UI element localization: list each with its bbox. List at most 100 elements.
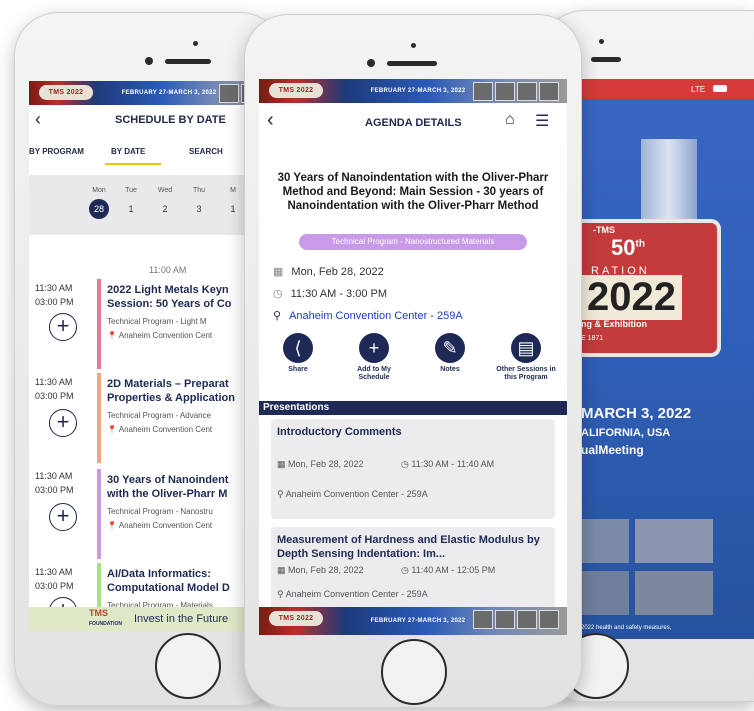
day-number[interactable]: 3 [189, 204, 209, 214]
session-title: 30 Years of Nanoindentation with the Oli… [277, 172, 549, 212]
session-start: 11:30 AM [35, 567, 73, 577]
share-button[interactable]: ⟨ Share [263, 333, 333, 374]
presentation-card[interactable]: Introductory Comments ▦ Mon, Feb 28, 202… [271, 419, 555, 519]
other-sessions-button[interactable]: ▤ Other Sessions in this Program [491, 333, 561, 382]
tab-by-date-underline [105, 163, 161, 165]
badge-50-num: 50 [611, 235, 636, 260]
share-icon: ⟨ [283, 333, 313, 363]
left-screen: TMS 2022 FEBRUARY 27-MARCH 3, 2022 ‹ SCH… [29, 81, 269, 631]
day-selected[interactable]: 28 [89, 199, 109, 219]
home-button[interactable] [155, 633, 221, 699]
category-badge: Technical Program - Nanostructured Mater… [299, 234, 527, 250]
session-title[interactable]: Properties & Application [107, 391, 235, 405]
tab-by-program[interactable]: BY PROGRAM [29, 147, 84, 156]
document-icon: ▤ [511, 333, 541, 363]
front-sensor [411, 43, 416, 48]
event-location: ALIFORNIA, USA [581, 427, 671, 439]
action-label: Other Sessions in this Program [496, 366, 556, 381]
day-name: Wed [157, 187, 173, 194]
back-chevron-icon[interactable]: ‹ [267, 109, 274, 132]
front-sensor [599, 39, 604, 44]
presentation-time-text: 11:30 AM - 11:40 AM [411, 459, 495, 469]
battery-icon [713, 85, 727, 92]
location-pin-icon: ⚲ [273, 310, 282, 322]
presentation-date-text: Mon, Feb 28, 2022 [288, 459, 364, 469]
back-chevron-icon[interactable]: ‹ [35, 109, 41, 130]
add-to-schedule-button[interactable]: + Add to My Schedule [339, 333, 409, 382]
day-number[interactable]: 2 [155, 204, 175, 214]
tab-search[interactable]: SEARCH [189, 147, 223, 156]
bottom-event-banner: TMS 2022 FEBRUARY 27-MARCH 3, 2022 [259, 607, 567, 635]
session-title[interactable]: Computational Model D [107, 581, 230, 595]
front-sensor [193, 41, 198, 46]
session-place-text: Anaheim Convention Cent [118, 331, 213, 340]
session-place: 📍 Anaheim Convention Cent [107, 425, 213, 434]
day-number[interactable]: 1 [223, 204, 243, 214]
session-title[interactable]: AI/Data Informatics: [107, 567, 211, 581]
session-end: 03:00 PM [35, 391, 74, 401]
banner-photos [473, 82, 559, 101]
action-label: Share [288, 366, 308, 373]
session-location[interactable]: ⚲ Anaheim Convention Center - 259A [273, 309, 463, 323]
session-place-text: Anaheim Convention Cent [118, 425, 213, 434]
badge-50-sup: th [635, 238, 645, 250]
session-title[interactable]: 2D Materials – Preparat [107, 377, 229, 391]
session-color-bar [97, 469, 101, 559]
banner-dates: FEBRUARY 27-MARCH 3, 2022 [370, 618, 466, 624]
day-name: Tue [125, 187, 137, 194]
event-dates: MARCH 3, 2022 [581, 405, 692, 422]
pencil-icon: ✎ [435, 333, 465, 363]
add-session-button[interactable]: + [49, 313, 77, 341]
middle-phone: TMS 2022 FEBRUARY 27-MARCH 3, 2022 ‹ AGE… [244, 14, 582, 708]
session-date-text: Mon, Feb 28, 2022 [291, 265, 384, 278]
add-session-button[interactable]: + [49, 409, 77, 437]
session-date: ▦ Mon, Feb 28, 2022 [273, 265, 384, 279]
presentation-place-text: Anaheim Convention Center - 259A [285, 489, 428, 499]
foundation-logo-text: TMS [89, 608, 108, 618]
event-badge: -TMS 50th RATION 2022 ng & Exhibition E … [581, 219, 721, 357]
presentation-place: ⚲ Anaheim Convention Center - 259A [277, 489, 428, 499]
banner-logo: TMS 2022 [269, 83, 323, 98]
badge-50: 50th [611, 235, 645, 261]
session-title[interactable]: 2022 Light Metals Keyn [107, 283, 229, 297]
clock-icon: ◷ [273, 288, 283, 300]
session-start: 11:30 AM [35, 471, 73, 481]
presentations-header: Presentations [259, 401, 567, 415]
session-color-bar [97, 373, 101, 463]
event-photos [581, 519, 754, 619]
session-location-text[interactable]: Anaheim Convention Center - 259A [289, 310, 463, 322]
event-banner: TMS 2022 FEBRUARY 27-MARCH 3, 2022 [29, 81, 269, 105]
session-title[interactable]: 30 Years of Nanoindent [107, 473, 228, 487]
badge-founded: E 1871 [581, 335, 604, 342]
presentation-title: Measurement of Hardness and Elastic Modu… [277, 534, 540, 560]
session-start: 11:30 AM [35, 283, 73, 293]
home-icon[interactable]: ⌂ [505, 111, 515, 129]
session-place: 📍 Anaheim Convention Cent [107, 521, 213, 530]
earpiece [591, 57, 621, 62]
earpiece [165, 59, 211, 64]
session-program: Technical Program - Advance [107, 411, 212, 420]
session-time-text: 11:30 AM - 3:00 PM [290, 287, 388, 300]
session-end: 03:00 PM [35, 581, 74, 591]
status-bar: LTE [581, 79, 754, 99]
session-place: 📍 Anaheim Convention Cent [107, 331, 213, 340]
add-session-button[interactable]: + [49, 503, 77, 531]
presentation-date-text: Mon, Feb 28, 2022 [288, 565, 364, 575]
day-number[interactable]: 1 [121, 204, 141, 214]
tab-by-date[interactable]: BY DATE [111, 147, 145, 156]
session-title[interactable]: Session: 50 Years of Co [107, 297, 232, 311]
action-label: Add to My Schedule [357, 366, 391, 381]
action-label: Notes [440, 366, 460, 373]
foundation-footer[interactable]: TMS FOUNDATION Invest in the Future [29, 607, 269, 631]
menu-icon[interactable]: ☰ [535, 111, 549, 131]
front-camera [145, 57, 153, 65]
banner-dates: FEBRUARY 27-MARCH 3, 2022 [370, 88, 466, 94]
page-title: SCHEDULE BY DATE [115, 114, 226, 126]
banner-logo: TMS 2022 [269, 611, 323, 626]
notes-button[interactable]: ✎ Notes [415, 333, 485, 374]
session-start: 11:30 AM [35, 377, 73, 387]
presentation-date: ▦ Mon, Feb 28, 2022 [277, 459, 364, 469]
session-end: 03:00 PM [35, 297, 74, 307]
session-title[interactable]: with the Oliver-Pharr M [107, 487, 227, 501]
home-button[interactable] [381, 639, 447, 705]
